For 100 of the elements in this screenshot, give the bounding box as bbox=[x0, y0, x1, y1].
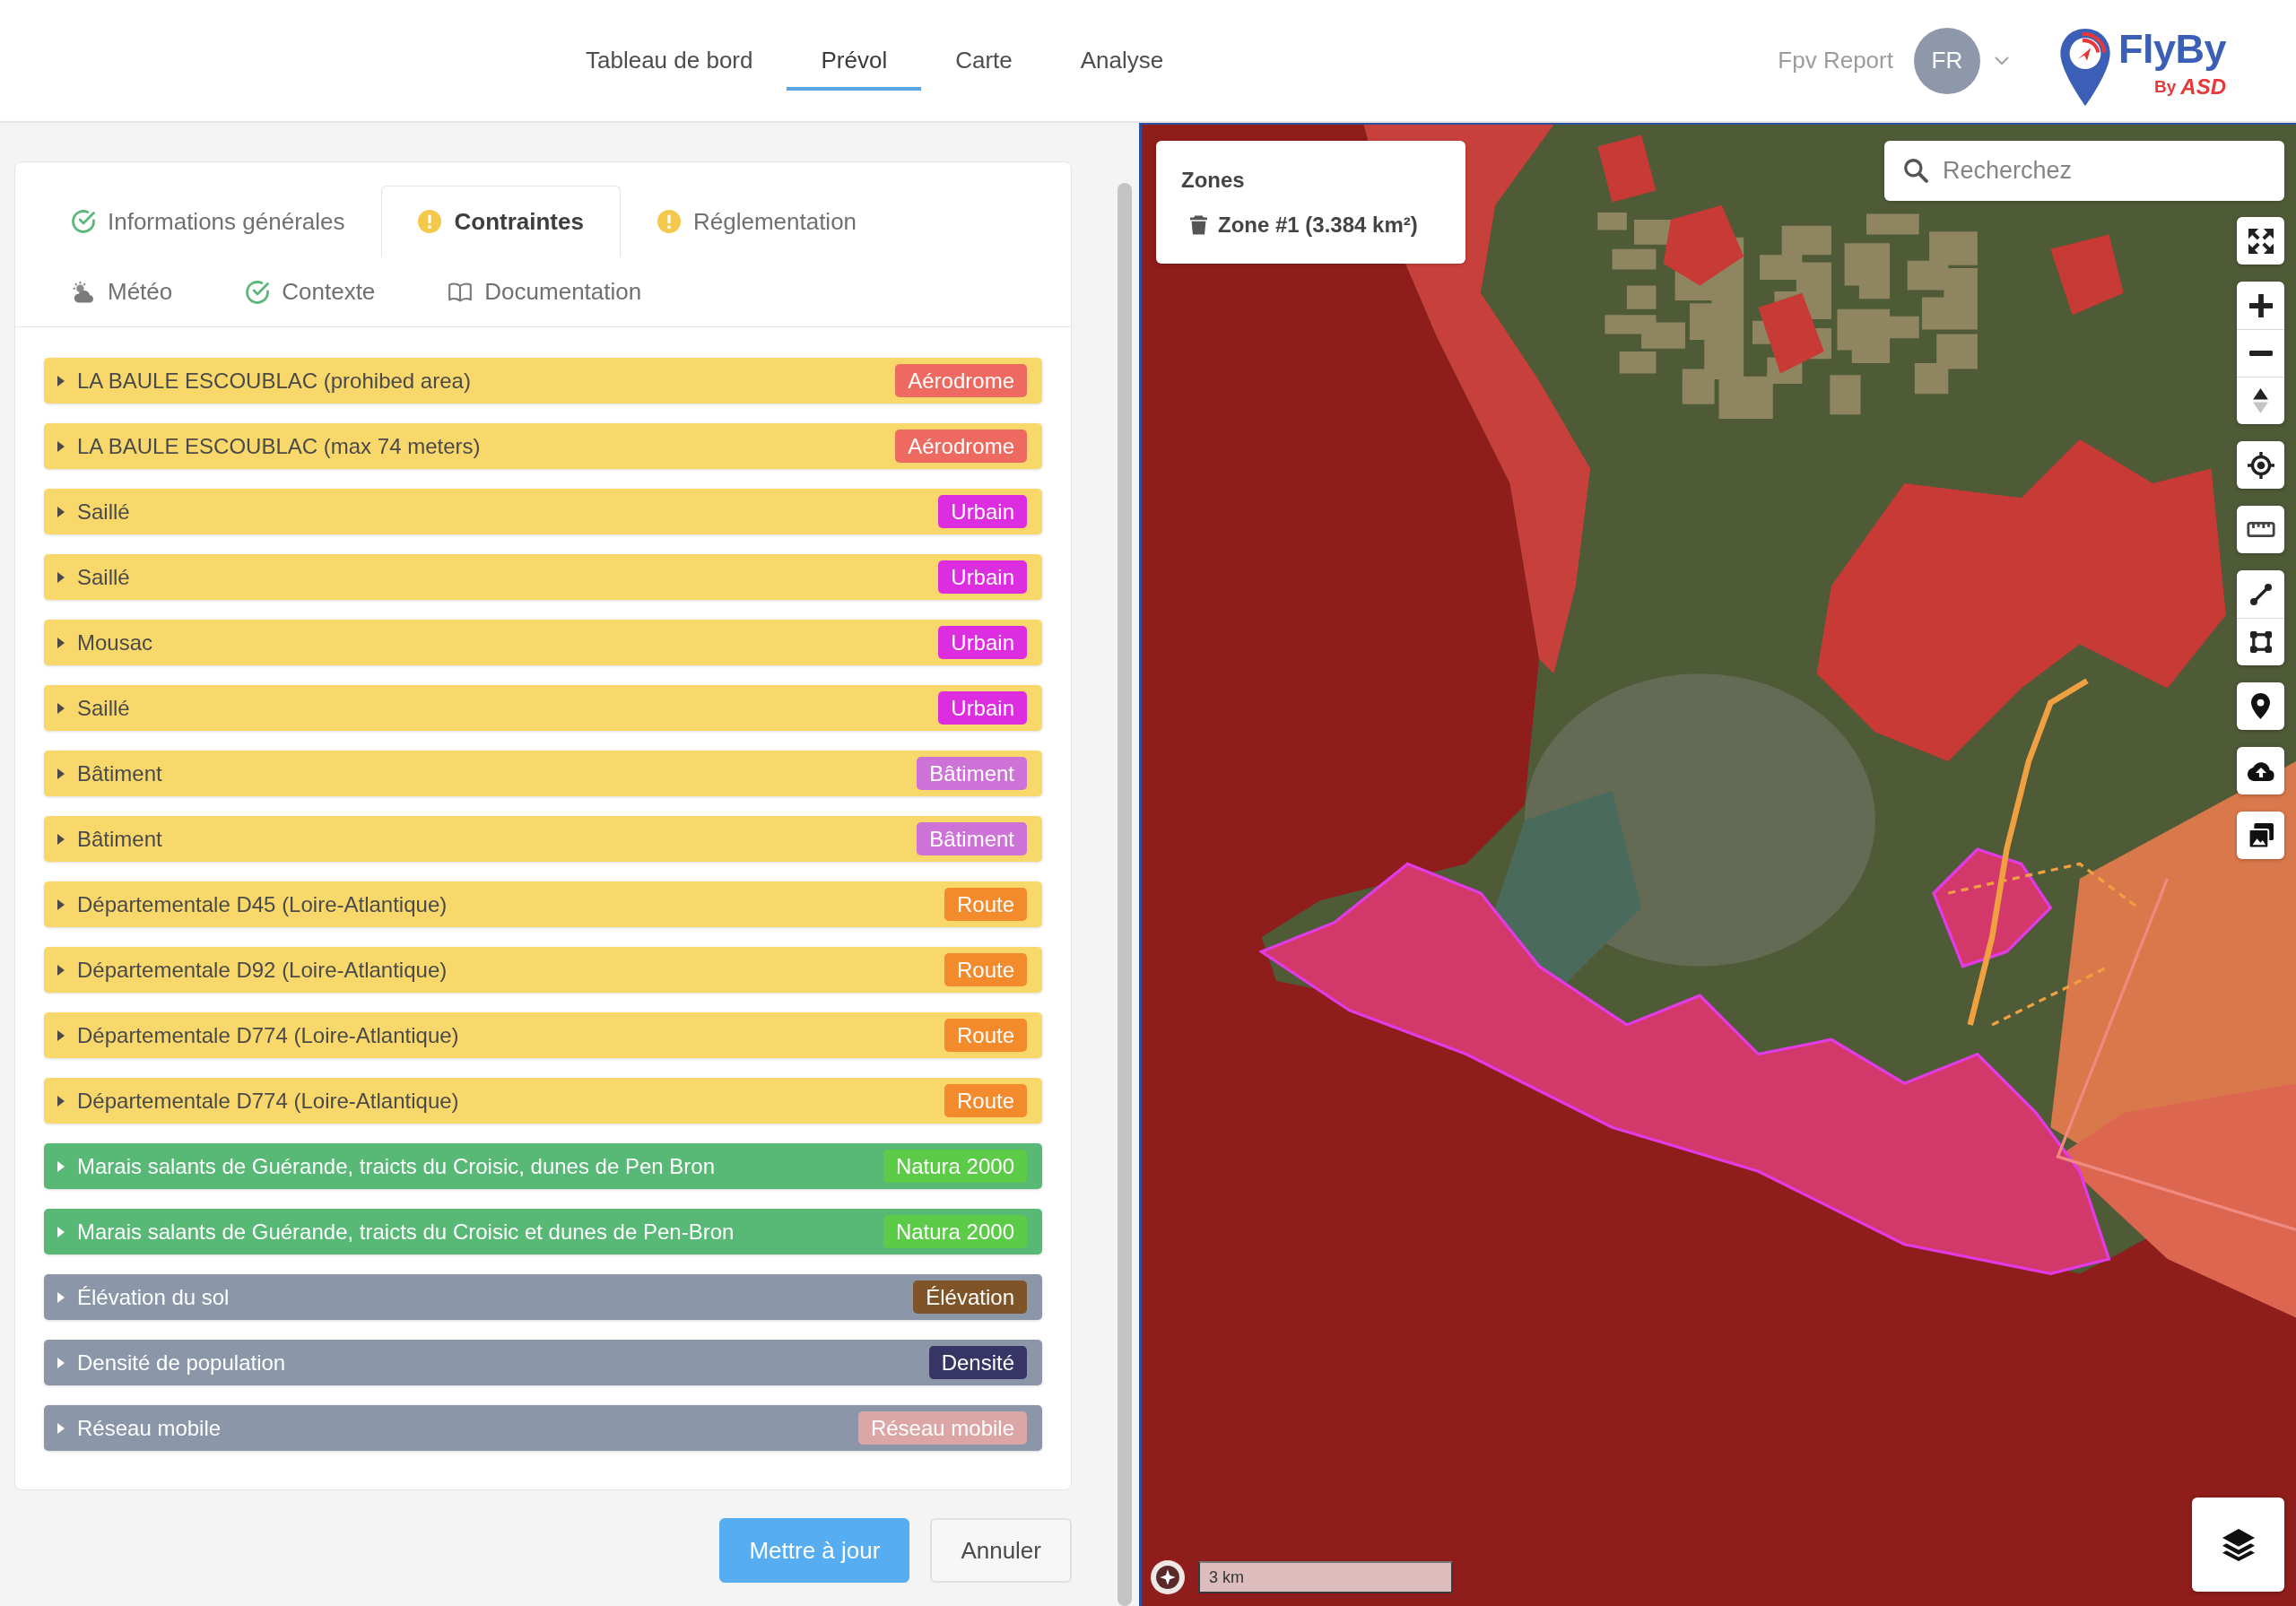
upload-button[interactable] bbox=[2237, 747, 2284, 794]
north-button[interactable] bbox=[2237, 377, 2284, 424]
form-tab[interactable]: Météo bbox=[35, 256, 210, 326]
category-tag: Route bbox=[944, 888, 1027, 921]
logo-byline: By bbox=[2154, 76, 2177, 97]
constraint-label: LA BAULE ESCOUBLAC (max 74 meters) bbox=[77, 432, 481, 460]
caret-icon[interactable] bbox=[57, 637, 65, 648]
constraint-label: Saillé bbox=[77, 498, 130, 525]
caret-icon[interactable] bbox=[57, 833, 65, 845]
search-field[interactable]: Recherchez bbox=[1884, 141, 2284, 201]
north-arrow-icon bbox=[2253, 388, 2268, 413]
constraint-label: Densité de population bbox=[77, 1349, 286, 1376]
caret-icon[interactable] bbox=[57, 571, 65, 583]
zone-label: Zone #1 (3.384 km²) bbox=[1218, 212, 1418, 239]
scrollbar-thumb[interactable] bbox=[1118, 183, 1132, 1606]
caret-icon[interactable] bbox=[57, 375, 65, 386]
plus-icon bbox=[2248, 293, 2273, 317]
category-tag: Bâtiment bbox=[917, 757, 1027, 790]
constraint-row[interactable]: Mousac Urbain bbox=[44, 620, 1042, 665]
marker-button[interactable] bbox=[2237, 682, 2284, 730]
locate-button[interactable] bbox=[2237, 441, 2284, 489]
category-tag: Aérodrome bbox=[895, 364, 1027, 397]
constraint-row[interactable]: Bâtiment Bâtiment bbox=[44, 816, 1042, 862]
constraint-label: Départementale D92 (Loire-Atlantique) bbox=[77, 956, 448, 984]
cloud-upload-icon bbox=[2246, 760, 2275, 781]
constraint-label: Marais salants de Guérande, traicts du Croisic, dunes de Pen Bron bbox=[77, 1152, 716, 1180]
constraint-row[interactable]: Bâtiment Bâtiment bbox=[44, 751, 1042, 796]
constraint-row[interactable]: LA BAULE ESCOUBLAC (max 74 meters) Aérodrome bbox=[44, 423, 1042, 469]
nav-link[interactable]: Analyse bbox=[1046, 0, 1198, 91]
caret-icon[interactable] bbox=[57, 1357, 65, 1368]
constraint-label: Réseau mobile bbox=[77, 1414, 222, 1442]
constraint-label: Marais salants de Guérande, traicts du Croisic et dunes de Pen-Bron bbox=[77, 1218, 735, 1246]
form-tab[interactable]: Informations générales bbox=[35, 186, 382, 256]
logo-icon bbox=[2058, 28, 2111, 106]
category-tag: Urbain bbox=[938, 560, 1027, 594]
caret-icon[interactable] bbox=[57, 440, 65, 452]
layers-icon bbox=[2222, 1528, 2255, 1561]
caret-icon[interactable] bbox=[57, 506, 65, 517]
constraint-row[interactable]: Départementale D774 (Loire-Atlantique) Route bbox=[44, 1078, 1042, 1124]
constraint-row[interactable]: Saillé Urbain bbox=[44, 685, 1042, 731]
category-tag: Urbain bbox=[938, 495, 1027, 528]
caret-icon[interactable] bbox=[57, 1422, 65, 1434]
polygon-icon bbox=[2249, 631, 2272, 653]
caret-icon[interactable] bbox=[57, 1029, 65, 1041]
category-tag: Route bbox=[944, 1019, 1027, 1052]
caret-icon[interactable] bbox=[57, 1095, 65, 1107]
cancel-button[interactable]: Annuler bbox=[930, 1518, 1072, 1583]
zoom-in-button[interactable] bbox=[2237, 282, 2284, 329]
category-tag: Bâtiment bbox=[917, 822, 1027, 855]
constraint-label: Mousac bbox=[77, 629, 153, 656]
constraint-row[interactable]: Départementale D774 (Loire-Atlantique) Route bbox=[44, 1012, 1042, 1058]
category-tag: Urbain bbox=[938, 626, 1027, 659]
category-tag: Aérodrome bbox=[895, 430, 1027, 463]
pin-icon bbox=[2251, 693, 2270, 719]
form-tab[interactable]: Réglementation bbox=[620, 186, 894, 256]
draw-polygon-button[interactable] bbox=[2237, 618, 2284, 665]
scale-bar: 3 km bbox=[1198, 1561, 1453, 1593]
map-logo-icon bbox=[1151, 1560, 1185, 1594]
zoom-out-button[interactable] bbox=[2237, 329, 2284, 377]
measure-button[interactable] bbox=[2237, 506, 2284, 553]
form-tab[interactable]: Documentation bbox=[412, 256, 679, 326]
category-tag: Élévation bbox=[913, 1280, 1027, 1314]
nav-link[interactable]: Carte bbox=[921, 0, 1047, 91]
logo-brand: ASD bbox=[2180, 76, 2226, 97]
constraint-row[interactable]: Départementale D45 (Loire-Atlantique) Route bbox=[44, 881, 1042, 927]
constraint-label: Bâtiment bbox=[77, 825, 162, 853]
nav-link[interactable]: Prévol bbox=[787, 0, 922, 91]
chevron-icon[interactable] bbox=[1994, 56, 2009, 65]
constraint-row[interactable]: Élévation du sol Élévation bbox=[44, 1274, 1042, 1320]
constraint-label: Saillé bbox=[77, 563, 130, 591]
draw-line-button[interactable] bbox=[2237, 570, 2284, 618]
user-name: Fpv Report bbox=[1778, 46, 1893, 75]
category-tag: Route bbox=[944, 953, 1027, 986]
logo-text: FlyBy bbox=[2118, 28, 2226, 70]
form-tab[interactable]: Contexte bbox=[209, 256, 413, 326]
book-icon bbox=[448, 282, 473, 302]
caret-icon[interactable] bbox=[57, 898, 65, 910]
constraint-row[interactable]: LA BAULE ESCOUBLAC (prohibed area) Aérodrome bbox=[44, 358, 1042, 404]
constraint-label: Départementale D45 (Loire-Atlantique) bbox=[77, 890, 448, 918]
ruler-icon bbox=[2246, 522, 2275, 537]
constraint-row[interactable]: Saillé Urbain bbox=[44, 489, 1042, 534]
caret-icon[interactable] bbox=[57, 702, 65, 714]
caret-icon[interactable] bbox=[57, 1291, 65, 1303]
layers-button[interactable] bbox=[2192, 1497, 2284, 1592]
caret-icon[interactable] bbox=[57, 964, 65, 976]
category-tag: Réseau mobile bbox=[857, 1411, 1027, 1445]
category-tag: Natura 2000 bbox=[883, 1150, 1027, 1183]
constraint-label: Saillé bbox=[77, 694, 130, 722]
fullscreen-button[interactable] bbox=[2237, 217, 2284, 265]
nav-link[interactable]: Tableau de bord bbox=[552, 0, 787, 91]
caret-icon[interactable] bbox=[57, 768, 65, 779]
trash-icon[interactable] bbox=[1190, 214, 1207, 236]
constraint-row[interactable]: Départementale D92 (Loire-Atlantique) Route bbox=[44, 947, 1042, 993]
crosshair-icon bbox=[2247, 451, 2274, 479]
constraint-label: Bâtiment bbox=[77, 760, 162, 787]
form-tab[interactable]: Contraintes bbox=[381, 186, 621, 256]
constraint-row[interactable]: Densité de population Densité bbox=[44, 1340, 1042, 1385]
constraint-row[interactable]: Saillé Urbain bbox=[44, 554, 1042, 600]
image-button[interactable] bbox=[2237, 812, 2284, 859]
constraint-label: Élévation du sol bbox=[77, 1283, 230, 1311]
